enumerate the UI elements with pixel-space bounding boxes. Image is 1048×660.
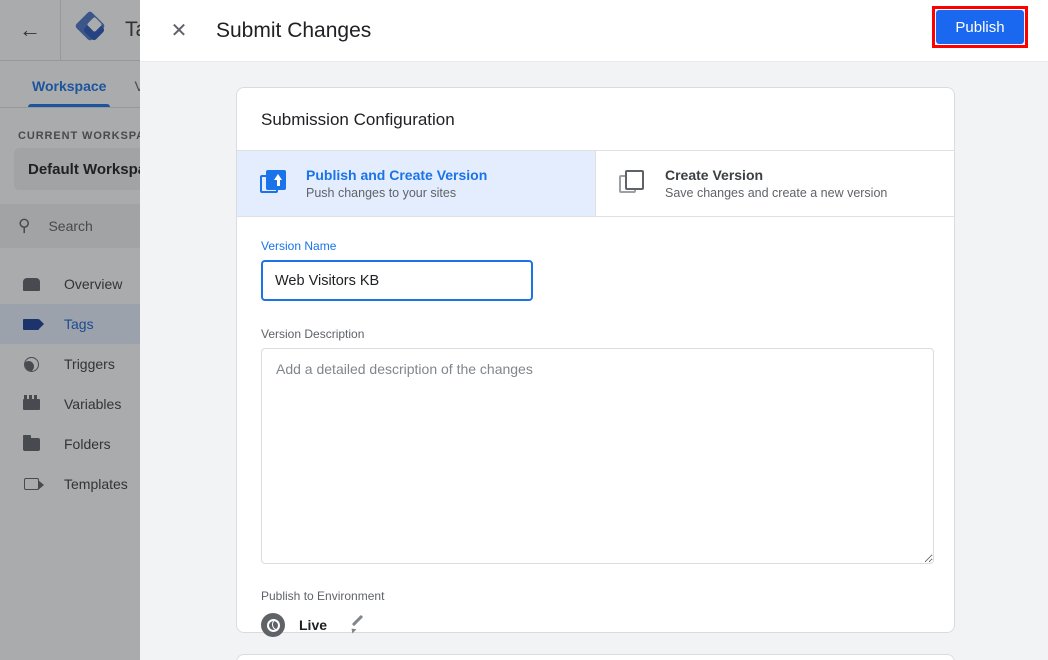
close-icon[interactable]: ✕ xyxy=(164,16,194,46)
pencil-icon[interactable] xyxy=(349,616,367,634)
environment-name: Live xyxy=(299,617,328,633)
option-title: Publish and Create Version xyxy=(306,167,488,183)
option-publish-and-create-version[interactable]: Publish and Create Version Push changes … xyxy=(237,151,595,216)
modal-header: ✕ Submit Changes Publish xyxy=(140,0,1048,62)
publish-to-environment-label: Publish to Environment xyxy=(261,589,385,603)
submission-configuration-card: Submission Configuration Publish and Cre… xyxy=(236,87,955,637)
globe-icon xyxy=(261,613,285,637)
version-description-textarea[interactable] xyxy=(261,348,934,564)
environment-row: Live xyxy=(261,613,930,637)
modal-title: Submit Changes xyxy=(216,18,372,42)
publish-button-highlight: Publish xyxy=(932,6,1028,48)
option-create-version[interactable]: Create Version Save changes and create a… xyxy=(595,151,954,216)
modal-body: Submission Configuration Publish and Cre… xyxy=(140,62,1048,660)
submission-type-options: Publish and Create Version Push changes … xyxy=(237,150,954,217)
submission-form: Version Name Version Description Publish… xyxy=(237,217,954,637)
option-subtitle: Push changes to your sites xyxy=(306,186,457,200)
option-title: Create Version xyxy=(665,167,764,183)
secondary-card xyxy=(236,654,955,660)
version-name-input[interactable] xyxy=(261,260,533,301)
publish-layers-icon xyxy=(260,169,288,198)
publish-button[interactable]: Publish xyxy=(936,10,1024,44)
version-name-label: Version Name xyxy=(261,239,337,253)
version-description-label: Version Description xyxy=(261,327,365,341)
option-subtitle: Save changes and create a new version xyxy=(665,186,888,200)
submit-changes-modal: ✕ Submit Changes Publish Submission Conf… xyxy=(140,0,1048,660)
card-title: Submission Configuration xyxy=(261,110,455,129)
copy-icon xyxy=(619,169,647,198)
screen-root: ← Tag Manager Workspace Versions Admin C… xyxy=(0,0,1048,660)
